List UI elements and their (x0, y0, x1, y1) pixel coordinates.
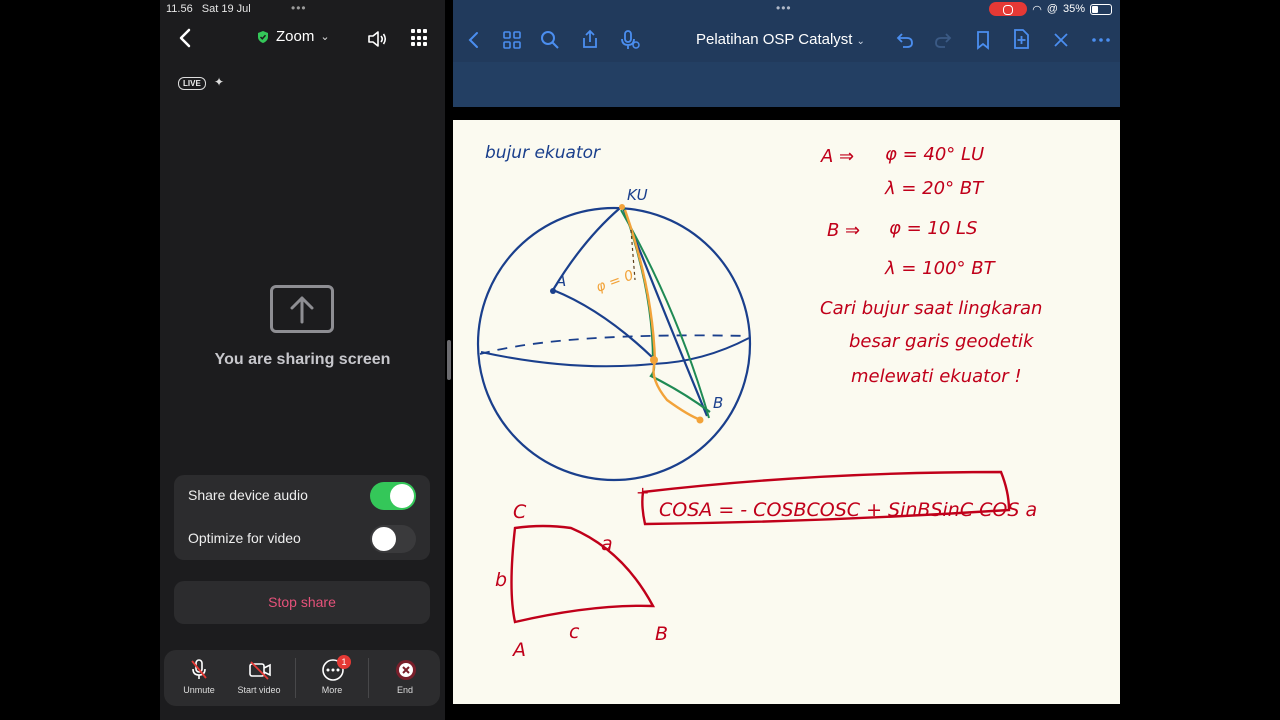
split-view-divider-handle[interactable] (447, 340, 451, 380)
screen: 11.56 Sat 19 Jul ••• Zoom ⌄ LIVE ✦ You a… (0, 0, 1280, 720)
heading-text: bujur ekuator (485, 143, 601, 163)
multitasking-dots-icon[interactable]: ••• (291, 1, 307, 15)
back-chevron-icon[interactable] (174, 26, 198, 50)
point-b-label: B (713, 394, 723, 412)
notes-app: ••• ◠ @ 35% Pelatihan OSP Catalyst ⌄ buj… (453, 0, 1120, 720)
speaker-icon[interactable] (366, 28, 388, 50)
share-device-audio-toggle[interactable] (370, 482, 416, 510)
sphere-diagram (476, 204, 752, 482)
triangle-vertex-c: C (513, 501, 527, 523)
share-screen-icon (270, 285, 334, 333)
redo-icon[interactable] (932, 29, 954, 51)
chevron-down-icon: ⌄ (856, 36, 865, 47)
undo-icon[interactable] (894, 29, 916, 51)
triangle-side-c: c (569, 621, 580, 643)
microphone-icon[interactable] (619, 29, 641, 51)
spherical-triangle (510, 524, 656, 624)
end-label: End (396, 685, 413, 695)
given-a-lat: φ = 40° LU (885, 144, 984, 165)
share-device-audio-label: Share device audio (188, 487, 308, 503)
chevron-down-icon: ⌄ (320, 31, 330, 43)
status-bar: 11.56 Sat 19 Jul (166, 3, 251, 15)
stop-share-button[interactable]: Stop share (174, 581, 430, 624)
back-icon[interactable] (463, 29, 485, 51)
more-options-icon[interactable] (1090, 29, 1112, 51)
status-date: Sat 19 Jul (201, 3, 251, 15)
given-b-lon: λ = 100° BT (884, 258, 997, 279)
meeting-title-dropdown[interactable]: Zoom ⌄ (256, 28, 330, 45)
unmute-button[interactable]: Unmute (169, 650, 229, 706)
end-meeting-button[interactable]: End (375, 650, 435, 706)
video-camera-off-icon (249, 661, 271, 680)
given-b-lat: φ = 10 LS (889, 218, 977, 239)
optimize-video-label: Optimize for video (188, 530, 301, 546)
drawing-toolbar (453, 62, 1120, 158)
formula-box: + COSA = - COSBCOSC + SinBSinC COS a (636, 470, 1037, 526)
given-a-lon: λ = 20° BT (884, 178, 985, 199)
meeting-toolbar: Unmute Start video 1 More End (164, 650, 440, 706)
arrow-a: ⇒ (839, 146, 854, 167)
notes-nav-bar: ••• ◠ @ 35% Pelatihan OSP Catalyst ⌄ (453, 0, 1120, 62)
meeting-title: Zoom (276, 28, 315, 45)
more-notification-badge: 1 (337, 655, 351, 669)
end-call-icon (396, 660, 416, 680)
more-label: More (321, 685, 343, 695)
triangle-side-b: b (495, 569, 507, 591)
optimize-video-toggle[interactable] (370, 525, 416, 553)
arrow-b: ⇒ (845, 220, 860, 241)
unmute-label: Unmute (183, 685, 215, 695)
start-video-button[interactable]: Start video (229, 650, 289, 706)
question-line-2: besar garis geodetik (849, 331, 1035, 352)
orientation-lock-icon: @ (1046, 3, 1058, 15)
thumbnails-grid-icon[interactable] (501, 29, 523, 51)
microphone-muted-icon (191, 659, 207, 679)
status-time: 11.56 (166, 3, 193, 15)
question-line-1: Cari bujur saat lingkaran (820, 298, 1042, 319)
handwriting-layer: bujur ekuator KU A B φ = 0 A ⇒ φ = 40° L… (476, 143, 1042, 661)
ai-sparkle-icon[interactable]: ✦ (214, 75, 224, 89)
cosine-rule-formula: COSA = - COSBCOSC + SinBSinC COS a (659, 499, 1037, 521)
triangle-side-a: a (601, 533, 613, 555)
sharing-message: You are sharing screen (214, 351, 391, 368)
start-video-label: Start video (237, 685, 281, 695)
point-a-label: A (555, 272, 566, 290)
live-badge[interactable]: LIVE (178, 77, 206, 90)
apps-grid-icon[interactable] (411, 29, 429, 47)
add-page-icon[interactable] (1010, 28, 1032, 50)
bookmark-icon[interactable] (972, 29, 994, 51)
question-line-3: melewati ekuator ! (851, 366, 1022, 387)
note-page-canvas[interactable]: bujur ekuator KU A B φ = 0 A ⇒ φ = 40° L… (453, 120, 1120, 704)
screen-recording-indicator (989, 2, 1028, 16)
plus-mark: + (636, 483, 649, 502)
status-bar-right: ◠ @ 35% (989, 2, 1112, 16)
multitasking-dots-icon[interactable]: ••• (776, 1, 792, 15)
triangle-vertex-b: B (655, 623, 668, 645)
close-icon[interactable] (1050, 29, 1072, 51)
document-title-dropdown[interactable]: Pelatihan OSP Catalyst ⌄ (696, 31, 865, 48)
wifi-icon: ◠ (1032, 3, 1042, 16)
given-b-label: B (827, 220, 839, 241)
zoom-panel: 11.56 Sat 19 Jul ••• Zoom ⌄ LIVE ✦ You a… (160, 0, 445, 720)
shield-check-icon (258, 30, 268, 43)
triangle-vertex-a: A (511, 639, 526, 661)
phi-zero-label: φ = 0 (594, 267, 636, 295)
pole-label: KU (627, 186, 648, 204)
share-icon[interactable] (579, 28, 601, 50)
share-options-card: Share device audio Optimize for video (174, 475, 430, 560)
more-button[interactable]: 1 More (302, 650, 362, 706)
battery-icon (1090, 3, 1112, 15)
given-a-label: A (820, 146, 833, 167)
document-title: Pelatihan OSP Catalyst (696, 31, 853, 48)
search-icon[interactable] (539, 29, 561, 51)
battery-percent: 35% (1062, 3, 1085, 15)
